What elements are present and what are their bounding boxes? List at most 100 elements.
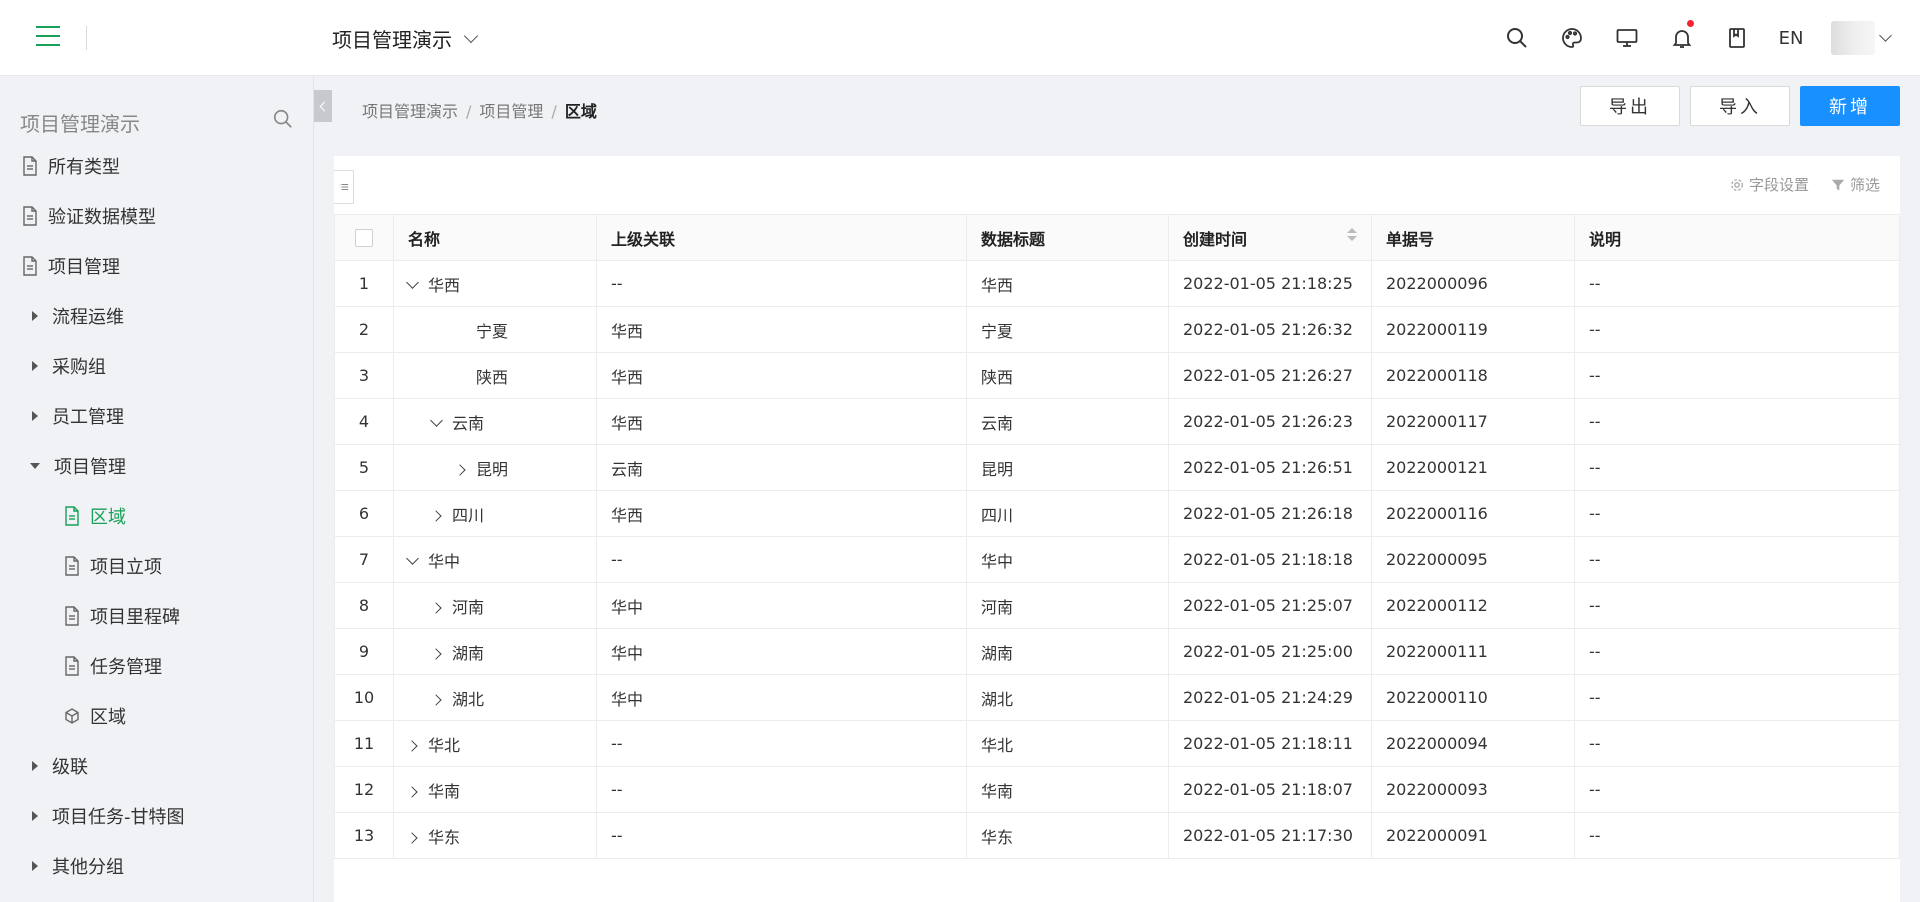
expand-row-icon[interactable] bbox=[430, 691, 446, 710]
breadcrumb-current: 区域 bbox=[564, 102, 597, 121]
header-actions: EN bbox=[1482, 18, 1892, 58]
name-value[interactable]: 华南 bbox=[428, 782, 460, 801]
collapse-row-icon[interactable] bbox=[430, 413, 446, 434]
menu-icon[interactable] bbox=[36, 26, 60, 48]
search-icon[interactable] bbox=[272, 108, 296, 132]
sidebar-item[interactable]: 所有类型 bbox=[0, 146, 313, 186]
sidebar-group[interactable]: 采购组 bbox=[0, 346, 313, 386]
select-all-checkbox[interactable] bbox=[355, 229, 373, 248]
table-row[interactable]: 6 四川 华西 四川 2022-01-05 21:26:18 2022000116 -- bbox=[334, 490, 1900, 537]
table-row[interactable]: 3 陕西 华西 陕西 2022-01-05 21:26:27 2022000118 -- bbox=[334, 352, 1900, 399]
sidebar-collapse-handle[interactable] bbox=[314, 90, 332, 122]
column-header[interactable]: 单据号 bbox=[1371, 214, 1575, 261]
column-header[interactable]: 说明 bbox=[1574, 214, 1900, 261]
sidebar-subitem[interactable]: 项目立项 bbox=[0, 546, 313, 586]
created-time-cell: 2022-01-05 21:24:29 bbox=[1168, 674, 1372, 721]
column-header-label: 创建时间 bbox=[1183, 229, 1248, 249]
sidebar-group[interactable]: 其他分组 bbox=[0, 846, 313, 886]
monitor-icon[interactable] bbox=[1607, 18, 1647, 58]
search-icon[interactable] bbox=[1497, 18, 1537, 58]
name-value[interactable]: 四川 bbox=[452, 506, 484, 525]
sidebar-item-label: 项目里程碑 bbox=[90, 607, 180, 628]
table-row[interactable]: 11 华北 -- 华北 2022-01-05 21:18:11 2022000094 -- bbox=[334, 720, 1900, 767]
sidebar-group[interactable]: 级联 bbox=[0, 746, 313, 786]
name-value[interactable]: 华中 bbox=[428, 552, 460, 571]
palette-icon[interactable] bbox=[1552, 18, 1592, 58]
field-settings-button[interactable]: 字段设置 bbox=[1730, 174, 1809, 195]
title-cell: 陕西 bbox=[966, 352, 1169, 399]
sidebar: 项目管理演示 所有类型 验证数据模型 项目管理 流程运维 采购组 员工管理 项目管理 区域 项目… bbox=[0, 76, 314, 902]
sidebar-group[interactable]: 流程运维 bbox=[0, 296, 313, 336]
caret-right-icon bbox=[32, 761, 38, 771]
breadcrumb-item[interactable]: 项目管理演示 bbox=[362, 102, 458, 121]
table-row[interactable]: 12 华南 -- 华南 2022-01-05 21:18:07 2022000093 -- bbox=[334, 766, 1900, 813]
created-time-cell: 2022-01-05 21:26:23 bbox=[1168, 398, 1372, 445]
table-row[interactable]: 7 华中 -- 华中 2022-01-05 21:18:18 2022000095 -- bbox=[334, 536, 1900, 583]
expand-row-icon[interactable] bbox=[454, 461, 470, 480]
column-header[interactable]: 名称 bbox=[393, 214, 597, 261]
name-value[interactable]: 湖北 bbox=[452, 690, 484, 709]
sidebar-subitem-active[interactable]: 区域 bbox=[0, 496, 313, 536]
table-row[interactable]: 4 云南 华西 云南 2022-01-05 21:26:23 2022000117 -- bbox=[334, 398, 1900, 445]
name-value[interactable]: 湖南 bbox=[452, 644, 484, 663]
expand-row-icon[interactable] bbox=[406, 737, 422, 756]
avatar[interactable] bbox=[1831, 21, 1875, 55]
notification-badge bbox=[1687, 20, 1694, 27]
export-button[interactable]: 导出 bbox=[1580, 86, 1680, 126]
expand-row-icon[interactable] bbox=[430, 507, 446, 526]
expand-row-icon[interactable] bbox=[430, 645, 446, 664]
import-button[interactable]: 导入 bbox=[1690, 86, 1790, 126]
name-value[interactable]: 河南 bbox=[452, 598, 484, 617]
name-cell: 四川 bbox=[393, 490, 597, 537]
sidebar-item[interactable]: 验证数据模型 bbox=[0, 196, 313, 236]
expand-row-icon[interactable] bbox=[406, 829, 422, 848]
sidebar-subitem[interactable]: 区域 bbox=[0, 696, 313, 736]
sidebar-item-label: 区域 bbox=[90, 507, 126, 528]
table-header-row: 名称 上级关联 数据标题 创建时间 单据号 说明 bbox=[334, 214, 1900, 261]
name-value[interactable]: 华北 bbox=[428, 736, 460, 755]
column-header-sortable[interactable]: 创建时间 bbox=[1168, 214, 1372, 261]
expand-row-icon[interactable] bbox=[406, 783, 422, 802]
collapse-row-icon[interactable] bbox=[406, 275, 422, 296]
table-row[interactable]: 10 湖北 华中 湖北 2022-01-05 21:24:29 2022000110 -- bbox=[334, 674, 1900, 721]
bell-icon[interactable] bbox=[1662, 18, 1702, 58]
chevron-down-icon[interactable] bbox=[1879, 28, 1892, 42]
add-button[interactable]: 新增 bbox=[1800, 86, 1900, 126]
sort-icon[interactable] bbox=[1347, 227, 1357, 241]
language-toggle[interactable]: EN bbox=[1771, 28, 1811, 49]
table-row[interactable]: 2 宁夏 华西 宁夏 2022-01-05 21:26:32 2022000119 -- bbox=[334, 306, 1900, 353]
sidebar-subitem[interactable]: 项目里程碑 bbox=[0, 596, 313, 636]
row-index: 12 bbox=[334, 766, 394, 813]
row-index: 4 bbox=[334, 398, 394, 445]
table-row[interactable]: 13 华东 -- 华东 2022-01-05 21:17:30 2022000091 -- bbox=[334, 812, 1900, 859]
title-cell: 昆明 bbox=[966, 444, 1169, 491]
created-time-cell: 2022-01-05 21:18:11 bbox=[1168, 720, 1372, 767]
column-header[interactable]: 数据标题 bbox=[966, 214, 1169, 261]
filter-button[interactable]: 筛选 bbox=[1831, 174, 1880, 195]
book-icon[interactable] bbox=[1717, 18, 1757, 58]
table-row[interactable]: 8 河南 华中 河南 2022-01-05 21:25:07 2022000112 -- bbox=[334, 582, 1900, 629]
name-value[interactable]: 云南 bbox=[452, 414, 484, 433]
expand-row-icon[interactable] bbox=[430, 599, 446, 618]
name-value[interactable]: 华西 bbox=[428, 276, 460, 295]
collapse-row-icon[interactable] bbox=[406, 551, 422, 572]
table-row[interactable]: 1 华西 -- 华西 2022-01-05 21:18:25 2022000096 -- bbox=[334, 260, 1900, 307]
sidebar-subitem[interactable]: 任务管理 bbox=[0, 646, 313, 686]
field-settings-label: 字段设置 bbox=[1748, 176, 1809, 194]
sidebar-group[interactable]: 员工管理 bbox=[0, 396, 313, 436]
table-row[interactable]: 9 湖南 华中 湖南 2022-01-05 21:25:00 2022000111 -- bbox=[334, 628, 1900, 675]
sidebar-item[interactable]: 项目管理 bbox=[0, 246, 313, 286]
name-value[interactable]: 宁夏 bbox=[476, 322, 508, 341]
sidebar-group-expanded[interactable]: 项目管理 bbox=[0, 446, 313, 486]
breadcrumb-separator: / bbox=[466, 102, 472, 121]
column-header[interactable]: 上级关联 bbox=[596, 214, 967, 261]
breadcrumb-item[interactable]: 项目管理 bbox=[479, 102, 543, 121]
table-row[interactable]: 5 昆明 云南 昆明 2022-01-05 21:26:51 2022000121 -- bbox=[334, 444, 1900, 491]
sidebar-group[interactable]: 项目任务-甘特图 bbox=[0, 796, 313, 836]
name-value[interactable]: 华东 bbox=[428, 828, 460, 847]
list-toggle-icon[interactable] bbox=[334, 170, 354, 204]
sidebar-item-label: 级联 bbox=[52, 757, 88, 778]
project-selector[interactable]: 项目管理演示 bbox=[332, 24, 479, 53]
name-value[interactable]: 陕西 bbox=[476, 368, 508, 387]
name-value[interactable]: 昆明 bbox=[476, 460, 508, 479]
